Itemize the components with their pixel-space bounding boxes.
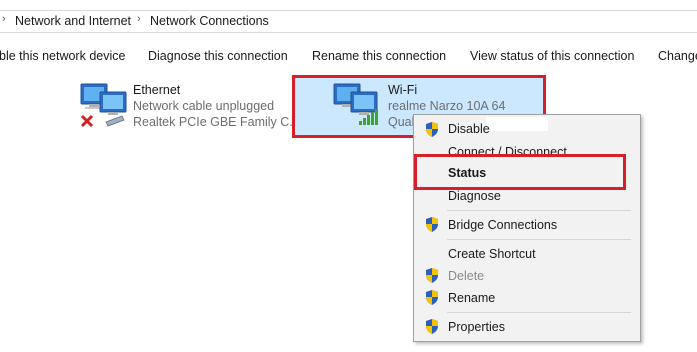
menu-item-properties[interactable]: Properties: [448, 320, 505, 334]
disable-device-button[interactable]: ble this network device: [0, 49, 125, 63]
menu-separator: [447, 312, 631, 313]
diagnose-connection-button[interactable]: Diagnose this connection: [148, 49, 288, 63]
menu-item-rename[interactable]: Rename: [448, 291, 495, 305]
menu-item-create-shortcut[interactable]: Create Shortcut: [448, 247, 536, 261]
change-settings-button[interactable]: Change: [658, 49, 697, 63]
wifi-adapter-icon: [333, 83, 378, 125]
uac-shield-icon: [426, 319, 438, 334]
uac-shield-icon: [426, 217, 438, 232]
rename-connection-button[interactable]: Rename this connection: [312, 49, 446, 63]
ethernet-disconnected-icon: [80, 83, 127, 128]
connection-device: Qual: [388, 115, 415, 129]
breadcrumb-network-connections[interactable]: Network Connections: [150, 14, 269, 28]
breadcrumb-chevron-icon[interactable]: ›: [2, 13, 6, 25]
view-status-button[interactable]: View status of this connection: [470, 49, 634, 63]
menu-separator: [447, 210, 631, 211]
breadcrumb-chevron-icon[interactable]: ›: [137, 13, 141, 25]
menu-item-bridge-connections[interactable]: Bridge Connections: [448, 218, 557, 232]
uac-shield-icon: [426, 290, 438, 305]
status-highlight-box: [414, 154, 626, 190]
connection-name: Ethernet: [133, 83, 181, 97]
menu-item-diagnose[interactable]: Diagnose: [448, 189, 501, 203]
connection-device: Realtek PCIe GBE Family C...: [133, 115, 300, 129]
connection-name: Wi-Fi: [388, 83, 418, 97]
connection-status: Network cable unplugged: [133, 99, 275, 113]
uac-shield-icon: [426, 122, 438, 137]
menu-item-delete: Delete: [448, 269, 485, 283]
menu-separator: [447, 239, 631, 240]
breadcrumb-network-and-internet[interactable]: Network and Internet: [15, 14, 131, 28]
menu-item-disable[interactable]: Disable: [448, 122, 490, 136]
uac-shield-icon: [426, 268, 438, 283]
menu-overlay-strip: [486, 117, 548, 131]
connection-status: realme Narzo 10A 64: [388, 99, 506, 113]
